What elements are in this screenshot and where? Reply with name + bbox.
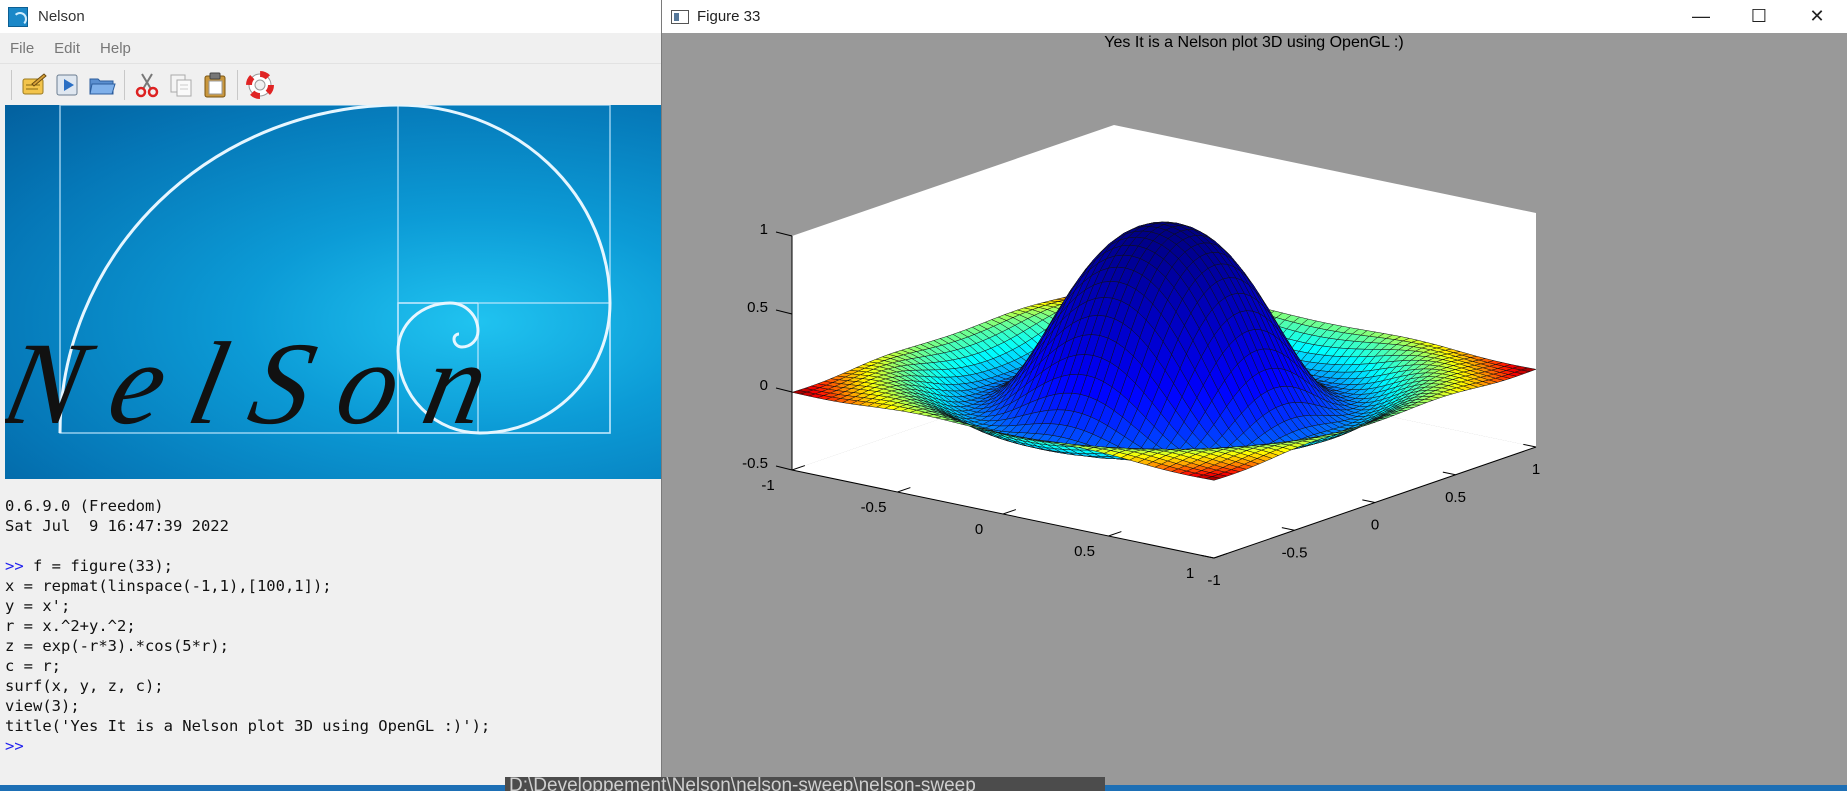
y-tick-label: 0.5 (1445, 489, 1466, 506)
console-line: view(3); (5, 696, 661, 716)
console-line: >> (5, 736, 661, 756)
figure-window-icon (671, 9, 689, 24)
cut-button[interactable] (130, 68, 164, 102)
close-icon: ✕ (1809, 6, 1825, 26)
console-prompt: >> (5, 557, 33, 575)
figure-window: Figure 33 — ☐ ✕ Yes It is a Nelson plot … (661, 0, 1847, 791)
z-tick-label: 1 (760, 221, 768, 238)
editor-button[interactable] (17, 68, 51, 102)
console-text: Sat Jul 9 16:47:39 2022 (5, 517, 229, 535)
console-line: c = r; (5, 656, 661, 676)
console-text: 0.6.9.0 (Freedom) (5, 497, 164, 515)
console-prompt: >> (5, 737, 24, 755)
run-icon (56, 74, 78, 95)
console-line: 0.6.9.0 (Freedom) (5, 496, 661, 516)
surface-plot: Yes It is a Nelson plot 3D using OpenGL … (742, 34, 1540, 589)
console-line: Sat Jul 9 16:47:39 2022 (5, 516, 661, 536)
x-tick-label: 0.5 (1074, 543, 1095, 560)
y-tick-label: 1 (1532, 461, 1540, 478)
x-tick-label: 1 (1186, 565, 1194, 582)
nelson-main-window: Nelson File Edit Help NelSon 0.6.9.0 (Fr… (0, 0, 661, 791)
close-button[interactable]: ✕ (1788, 0, 1846, 33)
console-text: f = figure(33); (33, 557, 173, 575)
z-tick-label: 0 (760, 377, 768, 394)
open-file-button[interactable] (85, 68, 119, 102)
console-line: x = repmat(linspace(-1,1),[100,1]); (5, 576, 661, 596)
nelson-logo-text: NelSon (5, 318, 500, 449)
y-tick-label: 0 (1371, 517, 1379, 534)
nelson-window-title: Nelson (38, 8, 85, 25)
x-tick-label: 0 (975, 521, 983, 538)
z-tick-label: -0.5 (742, 455, 768, 472)
y-tick-label: -0.5 (1282, 544, 1308, 561)
figure-window-title: Figure 33 (697, 8, 761, 25)
x-tick-label: -0.5 (861, 499, 887, 516)
figure-titlebar[interactable]: Figure 33 — ☐ ✕ (662, 0, 1847, 33)
menu-bar: File Edit Help (0, 34, 661, 62)
minimize-button[interactable]: — (1672, 0, 1730, 33)
run-button[interactable] (51, 68, 85, 102)
copy-button[interactable] (164, 68, 198, 102)
console-text: y = x'; (5, 597, 71, 615)
y-tick-label: -1 (1207, 572, 1220, 589)
figure-canvas[interactable]: Yes It is a Nelson plot 3D using OpenGL … (662, 33, 1847, 791)
toolbar-separator (124, 69, 125, 100)
copy-icon (170, 74, 192, 96)
z-tick (775, 387, 793, 393)
command-console[interactable]: 0.6.9.0 (Freedom) Sat Jul 9 16:47:39 2022… (0, 496, 661, 761)
toolbar-separator (237, 69, 238, 100)
toolbar-grip (11, 69, 12, 100)
console-line: >> f = figure(33); (5, 556, 661, 576)
menu-edit[interactable]: Edit (44, 40, 90, 57)
maximize-icon: ☐ (1750, 6, 1768, 26)
console-text: z = exp(-r*3).*cos(5*r); (5, 637, 229, 655)
help-lifebuoy-icon (246, 70, 274, 99)
console-text: surf(x, y, z, c); (5, 677, 164, 695)
console-line: z = exp(-r*3).*cos(5*r); (5, 636, 661, 656)
nelson-banner: NelSon (5, 105, 661, 479)
z-tick (775, 309, 793, 315)
open-folder-icon (89, 78, 116, 94)
golden-spiral-logo: NelSon (5, 105, 612, 449)
menu-file[interactable]: File (0, 40, 44, 57)
console-text: title('Yes It is a Nelson plot 3D using … (5, 717, 491, 735)
taskbar-window-label[interactable]: D:\Developpement\Nelson\nelson-sweep\nel… (505, 777, 1105, 791)
console-line: title('Yes It is a Nelson plot 3D using … (5, 716, 661, 736)
z-tick (775, 465, 793, 471)
plot-title: Yes It is a Nelson plot 3D using OpenGL … (1104, 34, 1403, 51)
menu-help[interactable]: Help (90, 40, 141, 57)
x-tick-label: -1 (761, 477, 774, 494)
nelson-app-icon (8, 6, 28, 27)
cut-icon (135, 72, 159, 97)
console-text: view(3); (5, 697, 80, 715)
paste-button[interactable] (198, 68, 232, 102)
toolbar (0, 63, 661, 105)
console-text: r = x.^2+y.^2; (5, 617, 136, 635)
desktop: Nelson File Edit Help NelSon 0.6.9.0 (Fr… (0, 0, 1847, 791)
z-tick-label: 0.5 (747, 299, 768, 316)
console-text: x = repmat(linspace(-1,1),[100,1]); (5, 577, 332, 595)
help-button[interactable] (243, 68, 277, 102)
nelson-titlebar[interactable]: Nelson (0, 0, 661, 33)
console-line: surf(x, y, z, c); (5, 676, 661, 696)
edit-icon (22, 72, 47, 94)
maximize-button[interactable]: ☐ (1730, 0, 1788, 33)
minimize-icon: — (1692, 6, 1710, 26)
console-line: r = x.^2+y.^2; (5, 616, 661, 636)
console-text: c = r; (5, 657, 61, 675)
z-tick (775, 231, 793, 237)
paste-icon (204, 72, 226, 97)
console-line: y = x'; (5, 596, 661, 616)
